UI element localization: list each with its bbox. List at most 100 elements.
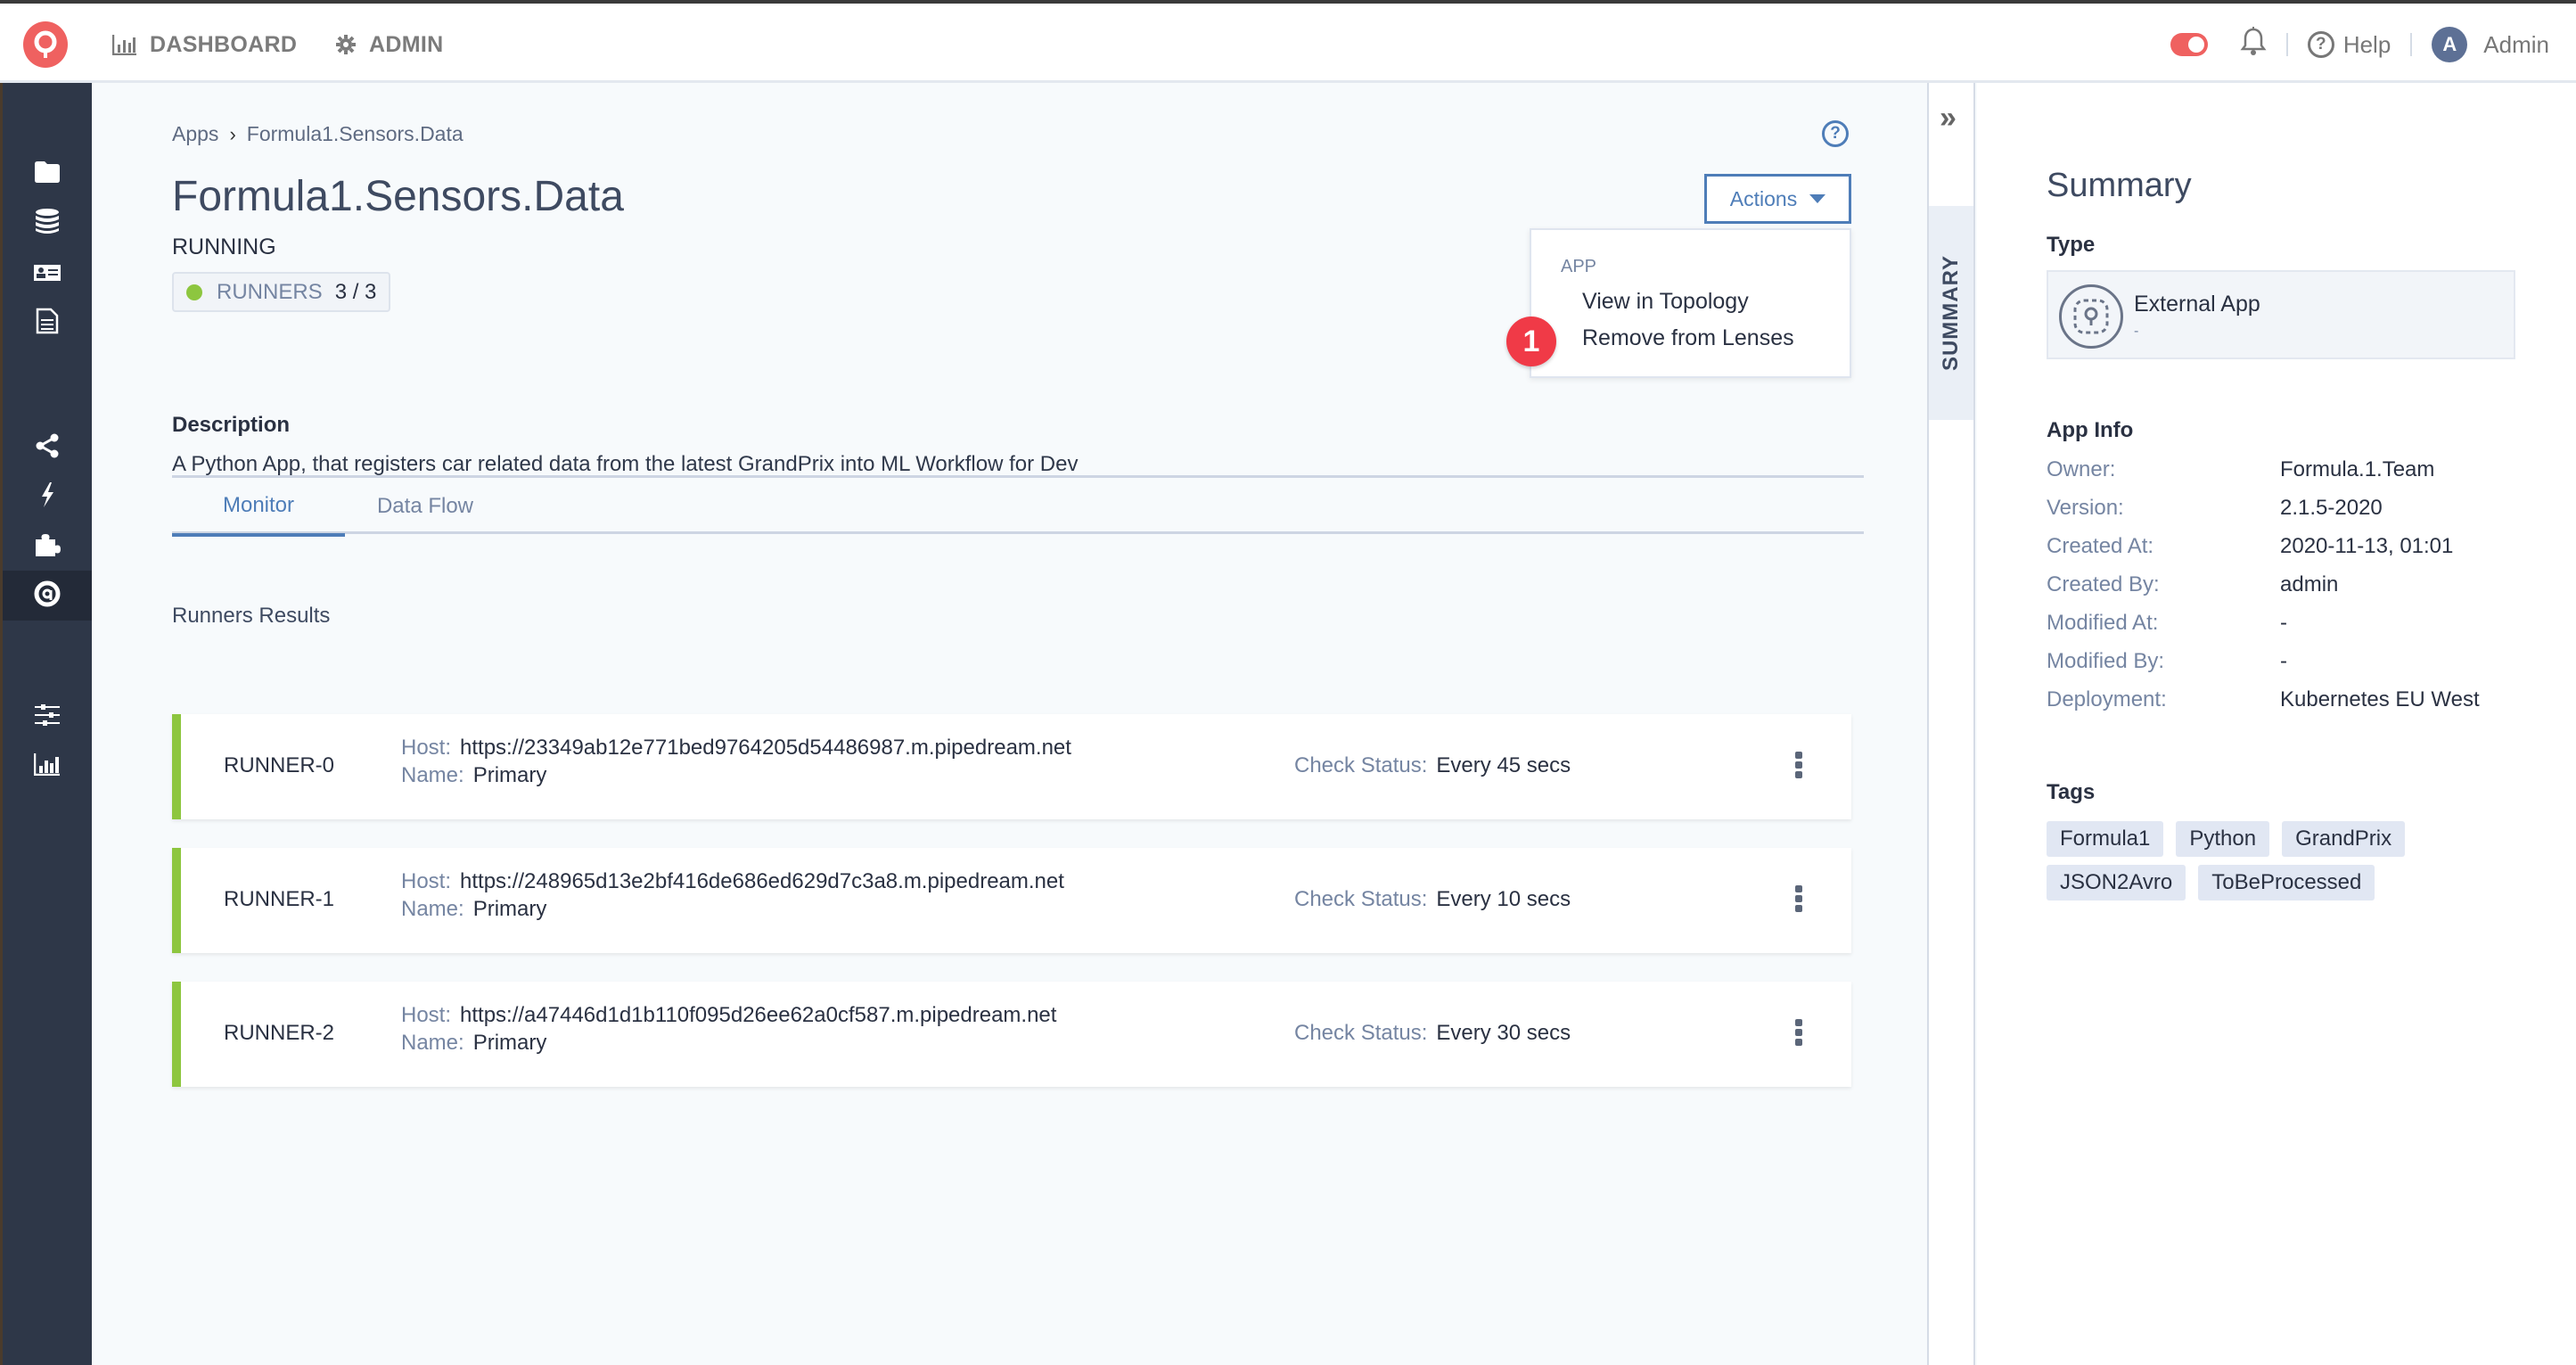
summary-vertical-tab[interactable]: SUMMARY	[1929, 206, 1973, 420]
nav-dashboard-label: DASHBOARD	[150, 31, 298, 57]
info-key: Version:	[2047, 496, 2124, 520]
left-sidebar	[0, 83, 92, 1365]
name-value: Primary	[472, 897, 547, 921]
host-key: Host:	[401, 869, 452, 893]
document-icon	[36, 308, 59, 339]
nav-admin[interactable]: ADMIN	[335, 29, 443, 61]
database-icon	[35, 208, 60, 240]
runner-name: Name: Primary	[401, 897, 546, 922]
tab-monitor[interactable]: Monitor	[172, 478, 345, 537]
info-key: Owner:	[2047, 457, 2116, 481]
main-content: Apps › Formula1.Sensors.Data ? Formula1.…	[92, 83, 1927, 1365]
name-key: Name:	[401, 763, 464, 787]
tag[interactable]: Python	[2176, 821, 2270, 857]
check-key: Check Status:	[1294, 1021, 1428, 1045]
sidebar-item-database[interactable]	[3, 199, 92, 249]
page-title: Formula1.Sensors.Data	[172, 173, 624, 220]
lightning-icon	[39, 481, 55, 513]
type-card: External App -	[2047, 270, 2515, 359]
info-key: Created By:	[2047, 572, 2160, 596]
share-icon	[35, 433, 60, 463]
menu-item-remove-from-lenses[interactable]: Remove from Lenses	[1582, 325, 1794, 351]
runner-check-status: Check Status: Every 45 secs	[1294, 753, 1571, 778]
sidebar-item-settings[interactable]	[3, 692, 92, 742]
question-circle-icon[interactable]: ?	[1822, 120, 1849, 147]
tag-list: Formula1 Python GrandPrix JSON2Avro ToBe…	[2047, 821, 2474, 900]
avatar[interactable]: A	[2432, 27, 2468, 62]
tag[interactable]: GrandPrix	[2282, 821, 2406, 857]
check-key: Check Status:	[1294, 753, 1428, 777]
info-value: Formula.1.Team	[2280, 457, 2435, 481]
actions-label: Actions	[1729, 186, 1798, 210]
sidebar-item-share[interactable]	[3, 423, 92, 473]
runners-badge: RUNNERS 3 / 3	[172, 272, 391, 312]
name-key: Name:	[401, 897, 464, 921]
info-key: Modified By:	[2047, 649, 2165, 673]
tab-bar: Monitor Data Flow	[172, 475, 1864, 537]
question-circle-icon: ?	[2307, 31, 2334, 58]
type-subtitle: -	[2134, 324, 2139, 339]
kebab-menu-icon[interactable]	[1793, 1019, 1804, 1046]
runners-value: 3 / 3	[334, 279, 377, 304]
kebab-menu-icon[interactable]	[1793, 885, 1804, 912]
id-card-icon	[33, 260, 62, 286]
check-value: Every 10 secs	[1436, 887, 1571, 911]
runner-row: RUNNER-1 Host: https://248965d13e2bf416de…	[172, 848, 1851, 953]
menu-group-label: APP	[1561, 257, 1597, 276]
sidebar-item-document[interactable]	[3, 298, 92, 348]
host-key: Host:	[401, 736, 452, 760]
help-link[interactable]: ? Help	[2307, 31, 2391, 59]
runner-row: RUNNER-0 Host: https://23349ab12e771bed97…	[172, 714, 1851, 819]
actions-button[interactable]: Actions	[1704, 174, 1851, 224]
info-value: admin	[2280, 572, 2339, 596]
nav-dashboard[interactable]: DASHBOARD	[112, 29, 297, 61]
breadcrumb-current: Formula1.Sensors.Data	[246, 122, 464, 145]
info-key: Modified At:	[2047, 611, 2159, 635]
header-separator	[2285, 33, 2288, 56]
folder-icon	[34, 160, 61, 188]
actions-dropdown-menu: APP View in Topology Remove from Lenses	[1530, 228, 1851, 378]
sidebar-item-metrics[interactable]	[3, 741, 92, 791]
info-key: Deployment:	[2047, 687, 2167, 711]
tag[interactable]: JSON2Avro	[2047, 865, 2186, 900]
sidebar-item-lightning[interactable]	[3, 472, 92, 522]
description-text: A Python App, that registers car related…	[172, 452, 1079, 476]
tag[interactable]: Formula1	[2047, 821, 2164, 857]
sidebar-item-apps[interactable]	[3, 571, 92, 621]
brand-logo-icon[interactable]	[23, 21, 68, 68]
host-value: https://23349ab12e771bed9764205d54486987…	[460, 736, 1071, 760]
host-key: Host:	[401, 1003, 452, 1027]
user-name[interactable]: Admin	[2483, 31, 2549, 59]
sidebar-item-puzzle[interactable]	[3, 522, 92, 571]
app-status: RUNNING	[172, 234, 276, 259]
check-value: Every 30 secs	[1436, 1021, 1571, 1045]
menu-item-view-in-topology[interactable]: View in Topology	[1582, 289, 1749, 315]
kebab-menu-icon[interactable]	[1793, 752, 1804, 778]
breadcrumb-apps[interactable]: Apps	[172, 122, 218, 146]
runner-host: Host: https://a47446d1d1b110f095d26ee62a0…	[401, 1003, 1056, 1028]
bell-icon[interactable]	[2240, 26, 2267, 63]
type-heading: Type	[2047, 233, 2096, 257]
summary-collapse-strip: » SUMMARY	[1929, 83, 1975, 1365]
sidebar-item-id-card[interactable]	[3, 248, 92, 298]
top-header: DASHBOARD ADMIN ? Help A Admin	[0, 4, 2576, 83]
sidebar-item-folder[interactable]	[3, 149, 92, 199]
tab-data-flow[interactable]: Data Flow	[345, 478, 505, 534]
name-value: Primary	[472, 763, 547, 787]
check-key: Check Status:	[1294, 887, 1428, 911]
tags-heading: Tags	[2047, 780, 2096, 804]
summary-tab-label: SUMMARY	[1939, 254, 1964, 372]
info-value: -	[2280, 649, 2287, 673]
info-value: 2.1.5-2020	[2280, 496, 2383, 520]
summary-panel: Summary Type External App - App Info Own…	[1977, 83, 2576, 1365]
step-marker-badge: 1	[1506, 317, 1556, 366]
gear-icon	[335, 34, 357, 55]
chevron-right-icon: ›	[229, 122, 236, 145]
info-value: 2020-11-13, 01:01	[2280, 534, 2454, 558]
tag[interactable]: ToBeProcessed	[2198, 865, 2375, 900]
name-key: Name:	[401, 1031, 464, 1055]
mode-toggle[interactable]	[2170, 33, 2208, 56]
double-chevron-right-icon[interactable]: »	[1940, 103, 1957, 133]
caret-down-icon	[1809, 194, 1826, 203]
info-value: -	[2280, 611, 2287, 635]
